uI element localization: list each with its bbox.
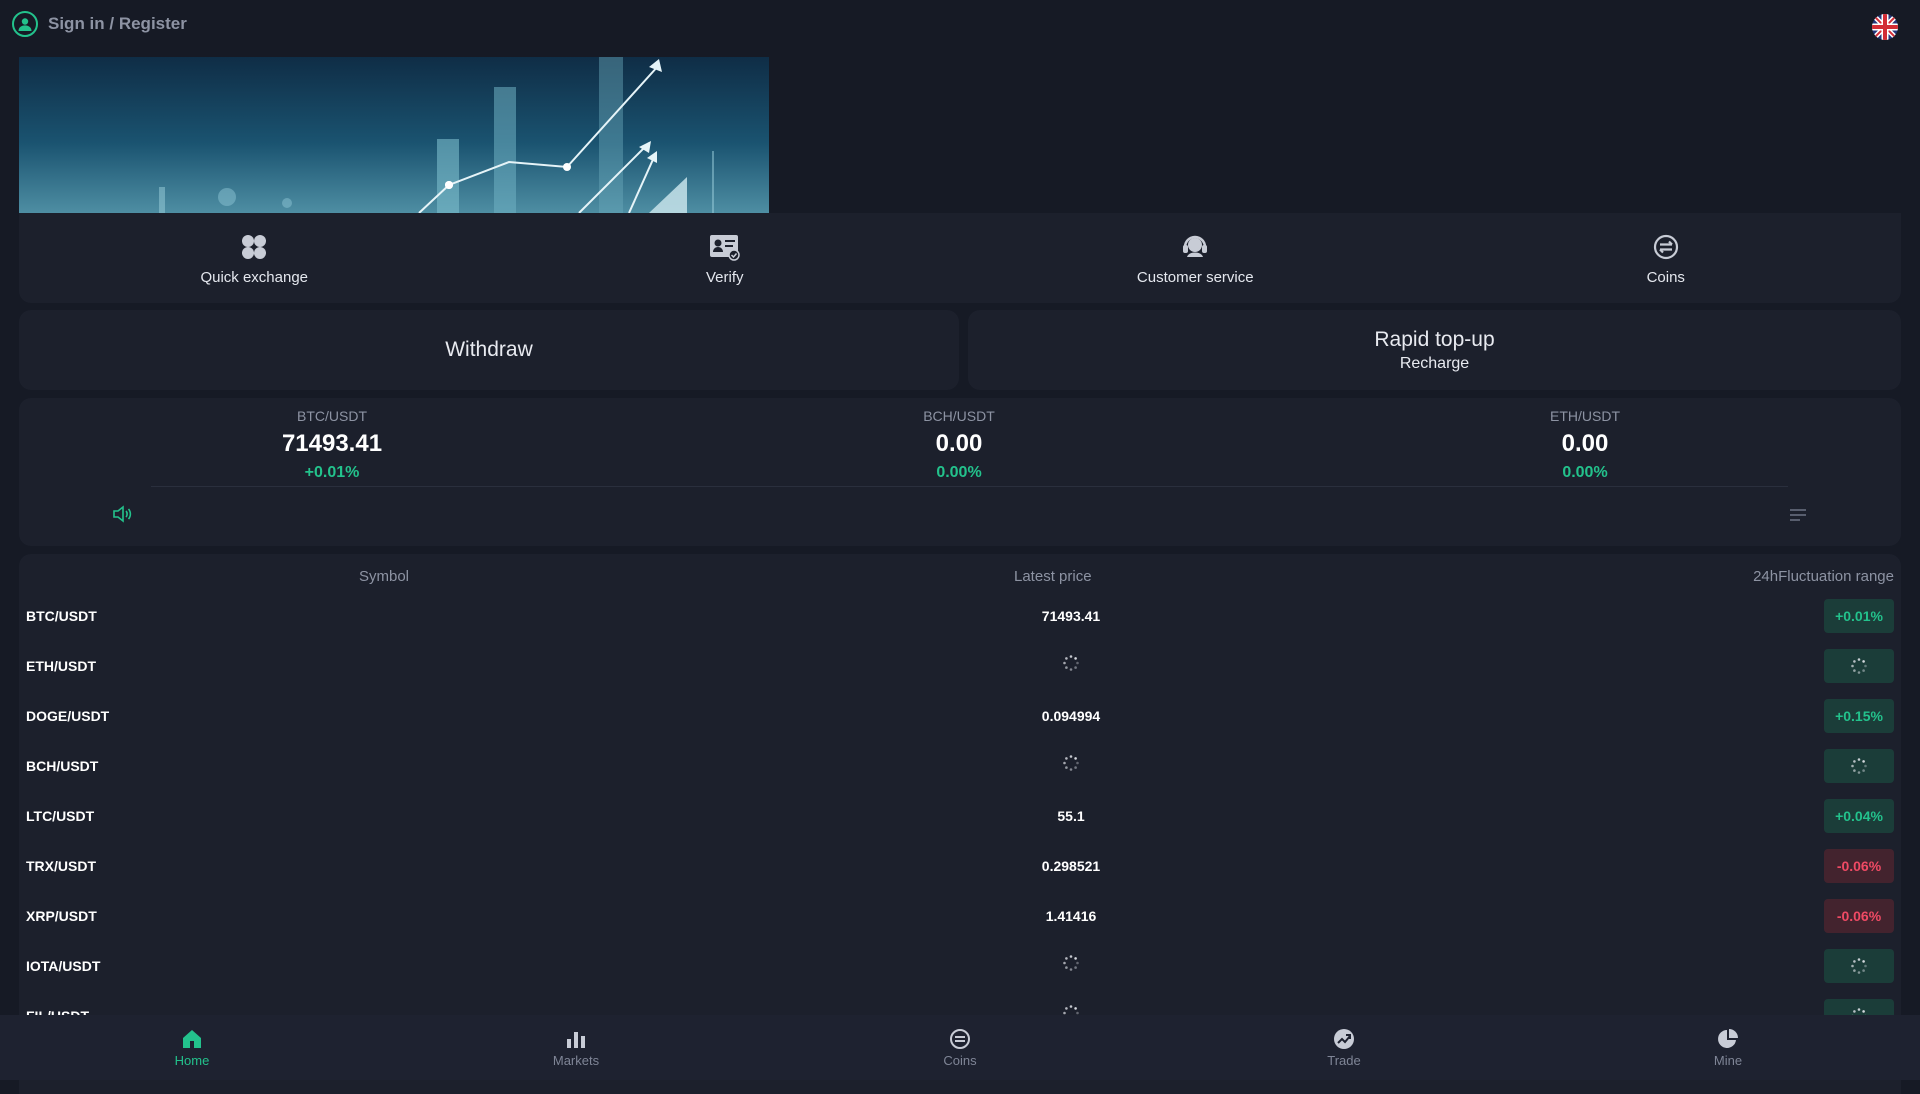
market-row[interactable]: BTC/USDT 71493.41 +0.01% [19, 593, 1901, 643]
market-row[interactable]: IOTA/USDT [19, 943, 1901, 993]
ticker-change: 0.00% [1562, 464, 1608, 481]
ticker-price: 71493.41 [281, 430, 383, 457]
loading-spinner-icon [1824, 649, 1894, 683]
market-row[interactable]: LTC/USDT 55.1 +0.04% [19, 793, 1901, 843]
quick-actions-bar: Quick exchange Verify Customer service C… [19, 213, 1901, 303]
ticker-change: +0.01% [304, 464, 360, 481]
pie-chart-icon [1716, 1027, 1740, 1051]
market-row-price: 0.298521 [1041, 858, 1101, 874]
loading-spinner-icon [951, 954, 1191, 972]
loading-spinner-icon [1824, 949, 1894, 983]
bottom-navigation: Home Markets Coins Trade Mine [0, 1015, 1920, 1080]
rapid-topup-button[interactable]: Rapid top-up Recharge [968, 310, 1901, 390]
bar-chart-icon [564, 1027, 588, 1051]
rapid-topup-title: Rapid top-up [1374, 327, 1495, 351]
market-row-change-badge: -0.06% [1824, 899, 1894, 933]
market-row-change-badge: +0.01% [1824, 599, 1894, 633]
ticker-pair: BCH/USDT [923, 408, 995, 424]
nav-markets-label: Markets [552, 1053, 600, 1068]
ticker-divider [151, 486, 1788, 487]
home-icon [180, 1027, 204, 1051]
uk-flag-icon[interactable] [1872, 14, 1898, 40]
market-row-change-badge: +0.04% [1824, 799, 1894, 833]
market-row-symbol: TRX/USDT [26, 858, 96, 874]
market-row[interactable]: DOGE/USDT 0.094994 +0.15% [19, 693, 1901, 743]
nav-home-label: Home [174, 1053, 210, 1068]
market-row-symbol: XRP/USDT [26, 908, 97, 924]
id-card-icon [709, 231, 741, 263]
ticker-change: 0.00% [936, 464, 982, 481]
withdraw-label: Withdraw [445, 338, 533, 361]
speaker-icon [112, 505, 132, 523]
market-row-symbol: IOTA/USDT [26, 958, 101, 974]
verify-label: Verify [705, 268, 744, 286]
market-list: Symbol Latest price 24hFluctuation range… [19, 554, 1901, 1094]
market-row-price: 71493.41 [1041, 608, 1101, 624]
verify-button[interactable]: Verify [490, 213, 961, 303]
nav-mine[interactable]: Mine [1536, 1015, 1920, 1080]
customer-service-label: Customer service [1136, 268, 1254, 286]
market-row-change-badge: +0.15% [1824, 699, 1894, 733]
ticker-eth[interactable]: ETH/USDT 0.00 0.00% [1435, 408, 1735, 482]
market-row-symbol: BTC/USDT [26, 608, 97, 624]
ticker-panel: BTC/USDT 71493.41 +0.01% BCH/USDT 0.00 0… [19, 398, 1901, 546]
ticker-price: 0.00 [935, 430, 983, 457]
nav-trade-label: Trade [1327, 1053, 1361, 1068]
ticker-pair: ETH/USDT [1550, 408, 1620, 424]
coin-icon [948, 1027, 972, 1051]
customer-service-button[interactable]: Customer service [960, 213, 1431, 303]
ticker-pair: BTC/USDT [297, 408, 367, 424]
quick-exchange-button[interactable]: Quick exchange [19, 213, 490, 303]
nav-coins-label: Coins [943, 1053, 977, 1068]
withdraw-button[interactable]: Withdraw [19, 310, 959, 390]
announcement-list-icon[interactable] [1789, 508, 1807, 522]
column-header-fluctuation: 24hFluctuation range [1753, 568, 1894, 585]
market-row-symbol: ETH/USDT [26, 658, 96, 674]
market-row-price: 1.41416 [1045, 908, 1097, 924]
market-row[interactable]: TRX/USDT 0.298521 -0.06% [19, 843, 1901, 893]
loading-spinner-icon [951, 754, 1191, 772]
quick-exchange-label: Quick exchange [200, 268, 309, 286]
loading-spinner-icon [1824, 749, 1894, 783]
top-bar: Sign in / Register [0, 0, 1920, 50]
rapid-topup-subtitle: Recharge [1399, 354, 1470, 372]
market-row-symbol: LTC/USDT [26, 808, 95, 824]
loading-spinner-icon [951, 654, 1191, 672]
market-row[interactable]: BCH/USDT [19, 743, 1901, 793]
ticker-price: 0.00 [1561, 430, 1609, 457]
nav-home[interactable]: Home [0, 1015, 384, 1080]
market-row[interactable]: XRP/USDT 1.41416 -0.06% [19, 893, 1901, 943]
nav-trade[interactable]: Trade [1152, 1015, 1536, 1080]
coin-icon [1650, 231, 1682, 263]
user-circle-icon [12, 11, 38, 37]
grid-icon [238, 231, 270, 263]
sign-in-register-button[interactable]: Sign in / Register [12, 11, 187, 37]
nav-coins[interactable]: Coins [768, 1015, 1152, 1080]
promo-banner[interactable] [19, 57, 769, 213]
market-row-price: 55.1 [1057, 808, 1085, 824]
market-row-symbol: BCH/USDT [26, 758, 99, 774]
sign-in-register-label: Sign in / Register [48, 14, 187, 33]
coins-label: Coins [1646, 268, 1685, 286]
market-row-change-badge: -0.06% [1824, 849, 1894, 883]
nav-mine-label: Mine [1713, 1053, 1743, 1068]
coins-button[interactable]: Coins [1431, 213, 1902, 303]
column-header-symbol: Symbol [359, 568, 410, 585]
column-header-latest-price: Latest price [1014, 568, 1092, 585]
market-row-price: 0.094994 [1041, 708, 1101, 724]
ticker-bch[interactable]: BCH/USDT 0.00 0.00% [809, 408, 1109, 482]
nav-markets[interactable]: Markets [384, 1015, 768, 1080]
headset-icon [1179, 231, 1211, 263]
trade-icon [1332, 1027, 1356, 1051]
market-row[interactable]: ETH/USDT [19, 643, 1901, 693]
market-row-symbol: DOGE/USDT [26, 708, 110, 724]
ticker-btc[interactable]: BTC/USDT 71493.41 +0.01% [182, 408, 482, 482]
